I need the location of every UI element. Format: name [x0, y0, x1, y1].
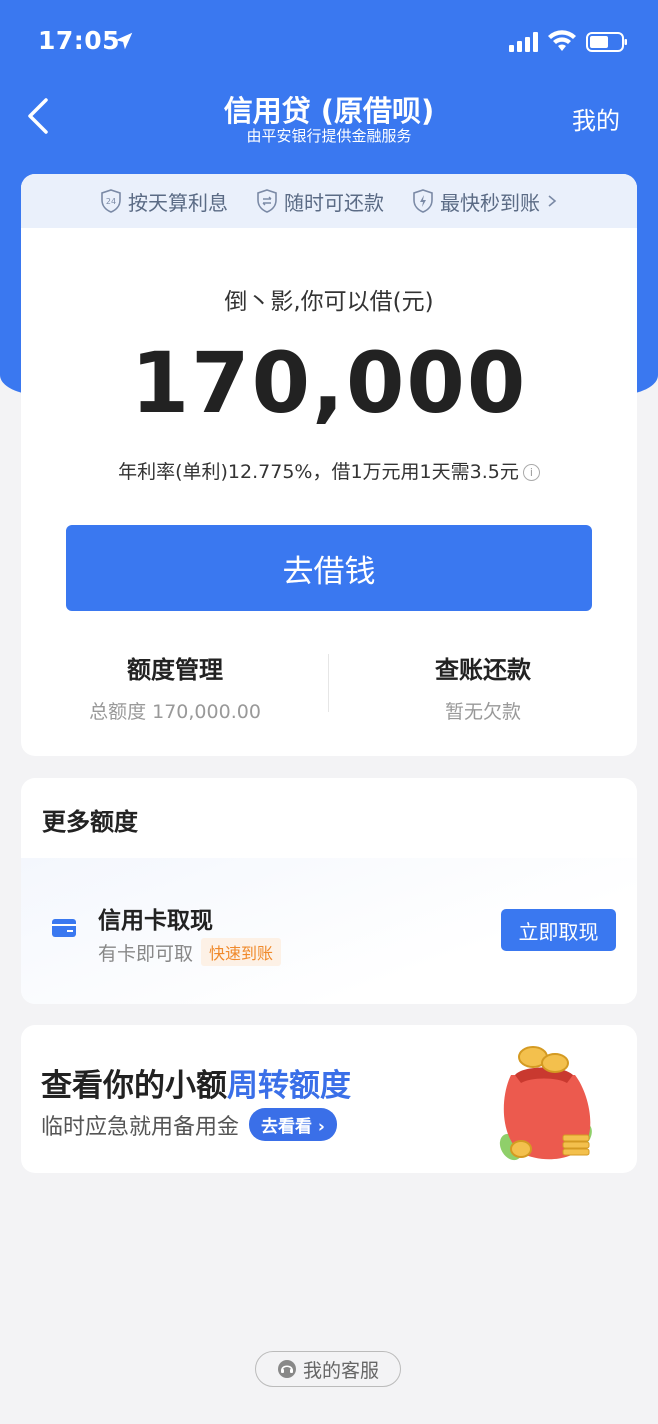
page-subtitle: 由平安银行提供金融服务 [246, 127, 412, 145]
wifi-icon [548, 30, 576, 51]
promo-banner[interactable]: 查看你的小额周转额度 临时应急就用备用金 去看看 › [21, 1025, 637, 1173]
swap-shield-icon [257, 189, 277, 213]
go-see-button[interactable]: 去看看 › [249, 1108, 337, 1141]
withdraw-now-button[interactable]: 立即取现 [501, 909, 616, 951]
promo-subtitle: 临时应急就用备用金 去看看 › [41, 1108, 337, 1141]
lightning-shield-icon [413, 189, 433, 213]
location-arrow-icon [115, 32, 133, 50]
loan-card: 24 按天算利息 随时可还款 最快秒到账 倒丶影,你可以借(元) 170,000… [21, 174, 637, 756]
svg-text:24: 24 [106, 197, 116, 206]
mine-link[interactable]: 我的 [572, 101, 620, 136]
money-bag-illustration-icon [499, 1046, 592, 1161]
credit-card-withdraw-sub: 有卡即可取 快速到账 [98, 938, 282, 966]
info-icon[interactable]: i [522, 464, 540, 481]
chevron-right-icon [548, 195, 557, 207]
bill-repayment[interactable]: 查账还款 暂无欠款 [329, 650, 637, 724]
feature-item-repay-anytime: 随时可还款 [256, 187, 384, 216]
total-quota: 总额度 170,000.00 [89, 701, 261, 723]
available-amount: 170,000 [130, 334, 528, 432]
interest-rate-text: 年利率(单利)12.775%，借1万元用1天需3.5元 i [21, 457, 637, 484]
more-quota-card: 更多额度 信用卡取现 有卡即可取 快速到账 立即取现 [21, 778, 637, 1004]
page-title: 信用贷 (原借呗) [223, 94, 435, 128]
credit-card-withdraw-title: 信用卡取现 [98, 908, 213, 934]
status-bar: 17:05 [0, 0, 658, 84]
borrow-button[interactable]: 去借钱 [66, 525, 592, 611]
borrow-greeting: 倒丶影,你可以借(元) [224, 289, 434, 315]
bill-repayment-title: 查账还款 [435, 656, 531, 684]
quota-management-title: 额度管理 [127, 656, 223, 684]
feature-bar[interactable]: 24 按天算利息 随时可还款 最快秒到账 [21, 174, 637, 228]
more-quota-title: 更多额度 [42, 808, 138, 836]
credit-card-icon [52, 919, 76, 937]
quota-management[interactable]: 额度管理 总额度 170,000.00 [21, 650, 329, 724]
debt-status: 暂无欠款 [444, 701, 521, 723]
feature-item-fast-arrival: 最快秒到账 [412, 187, 558, 216]
customer-service-button[interactable]: 我的客服 [255, 1351, 401, 1387]
fast-arrival-badge: 快速到账 [201, 938, 282, 966]
cellular-signal-icon [509, 32, 538, 52]
clock-24-shield-icon: 24 [101, 189, 121, 213]
status-time: 17:05 [38, 26, 121, 55]
battery-icon [586, 32, 627, 52]
headset-icon [277, 1360, 296, 1378]
feature-item-daily-interest: 24 按天算利息 [100, 187, 228, 216]
promo-title: 查看你的小额周转额度 [41, 1068, 351, 1104]
